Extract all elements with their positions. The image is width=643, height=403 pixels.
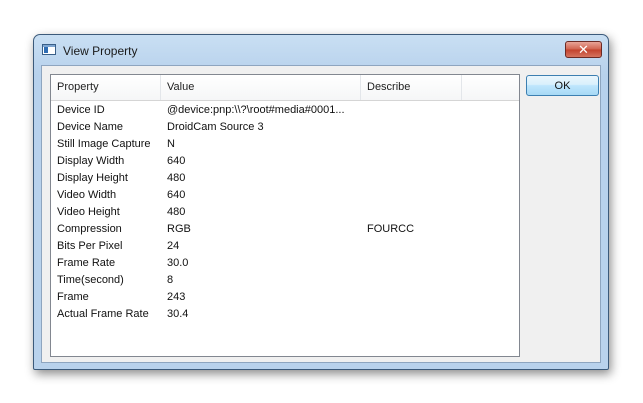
row-property-cell: Display Width (57, 155, 125, 167)
ok-button[interactable]: OK (526, 75, 599, 96)
table-row[interactable]: Actual Frame Rate 30.4 (51, 306, 519, 323)
row-describe-cell (367, 272, 465, 289)
row-describe-cell (367, 289, 465, 306)
row-property-cell: Compression (57, 223, 122, 235)
table-row[interactable]: Bits Per Pixel 24 (51, 238, 519, 255)
row-value-cell: 480 (167, 172, 186, 184)
row-describe-cell (367, 170, 465, 187)
row-describe-cell (367, 187, 465, 204)
close-button[interactable]: ✕ (565, 41, 602, 58)
column-header-value[interactable]: Value (161, 75, 361, 100)
row-property-cell: Device ID (57, 104, 105, 116)
row-property-cell: Actual Frame Rate (57, 308, 149, 320)
row-value-cell: 480 (167, 206, 186, 218)
table-row[interactable]: Still Image Capture N (51, 136, 519, 153)
row-value-cell: 30.0 (167, 257, 189, 269)
row-value-cell: 30.4 (167, 308, 189, 320)
row-property-cell: Display Height (57, 172, 128, 184)
list-header: Property Value Describe (51, 75, 519, 101)
row-value-cell: 8 (167, 274, 174, 286)
close-icon: ✕ (578, 41, 589, 57)
row-value-cell: N (167, 138, 175, 150)
table-row[interactable]: Video Width 640 (51, 187, 519, 204)
window-title: View Property (63, 44, 138, 58)
row-value-cell: 640 (167, 189, 186, 201)
row-property-cell: Frame Rate (57, 257, 116, 269)
row-property-cell: Video Width (57, 189, 117, 201)
row-property-cell: Device Name (57, 121, 124, 133)
table-row[interactable]: Video Height 480 (51, 204, 519, 221)
row-describe-cell (367, 153, 465, 170)
table-row[interactable]: Frame Rate 30.0 (51, 255, 519, 272)
row-value-cell: @device:pnp:\\?\root#media#0001... (167, 104, 345, 116)
row-describe-cell: FOURCC (367, 223, 415, 235)
row-describe-cell (367, 255, 465, 272)
row-property-cell: Still Image Capture (57, 138, 151, 150)
column-header-filler (462, 75, 519, 100)
row-describe-cell (367, 306, 465, 323)
table-row[interactable]: Device Name DroidCam Source 3 (51, 119, 519, 136)
column-header-property[interactable]: Property (51, 75, 161, 100)
table-row[interactable]: Compression RGB FOURCC (51, 221, 519, 238)
title-bar[interactable]: View Property ✕ (34, 35, 608, 65)
row-describe-cell (367, 136, 465, 153)
table-row[interactable]: Frame 243 (51, 289, 519, 306)
row-value-cell: 243 (167, 291, 186, 303)
view-property-dialog: View Property ✕ Property Value Describe … (33, 34, 609, 370)
row-property-cell: Frame (57, 291, 89, 303)
table-row[interactable]: Time(second) 8 (51, 272, 519, 289)
row-value-cell: DroidCam Source 3 (167, 121, 264, 133)
table-row[interactable]: Display Height 480 (51, 170, 519, 187)
row-property-cell: Bits Per Pixel (57, 240, 123, 252)
table-row[interactable]: Device ID @device:pnp:\\?\root#media#0001… (51, 102, 519, 119)
row-value-cell: 24 (167, 240, 180, 252)
row-value-cell: 640 (167, 155, 186, 167)
dialog-client-area: Property Value Describe Device ID @device… (41, 65, 601, 363)
table-row[interactable]: Display Width 640 (51, 153, 519, 170)
row-describe-cell (367, 102, 465, 119)
property-list-view[interactable]: Property Value Describe Device ID @device… (50, 74, 520, 357)
row-describe-cell (367, 238, 465, 255)
window-app-icon (42, 44, 56, 55)
list-rows: Device ID @device:pnp:\\?\root#media#0001… (51, 102, 519, 323)
row-describe-cell (367, 119, 465, 136)
column-header-describe[interactable]: Describe (361, 75, 462, 100)
row-property-cell: Time(second) (57, 274, 124, 286)
row-property-cell: Video Height (57, 206, 120, 218)
row-describe-cell (367, 204, 465, 221)
row-value-cell: RGB (167, 223, 191, 235)
